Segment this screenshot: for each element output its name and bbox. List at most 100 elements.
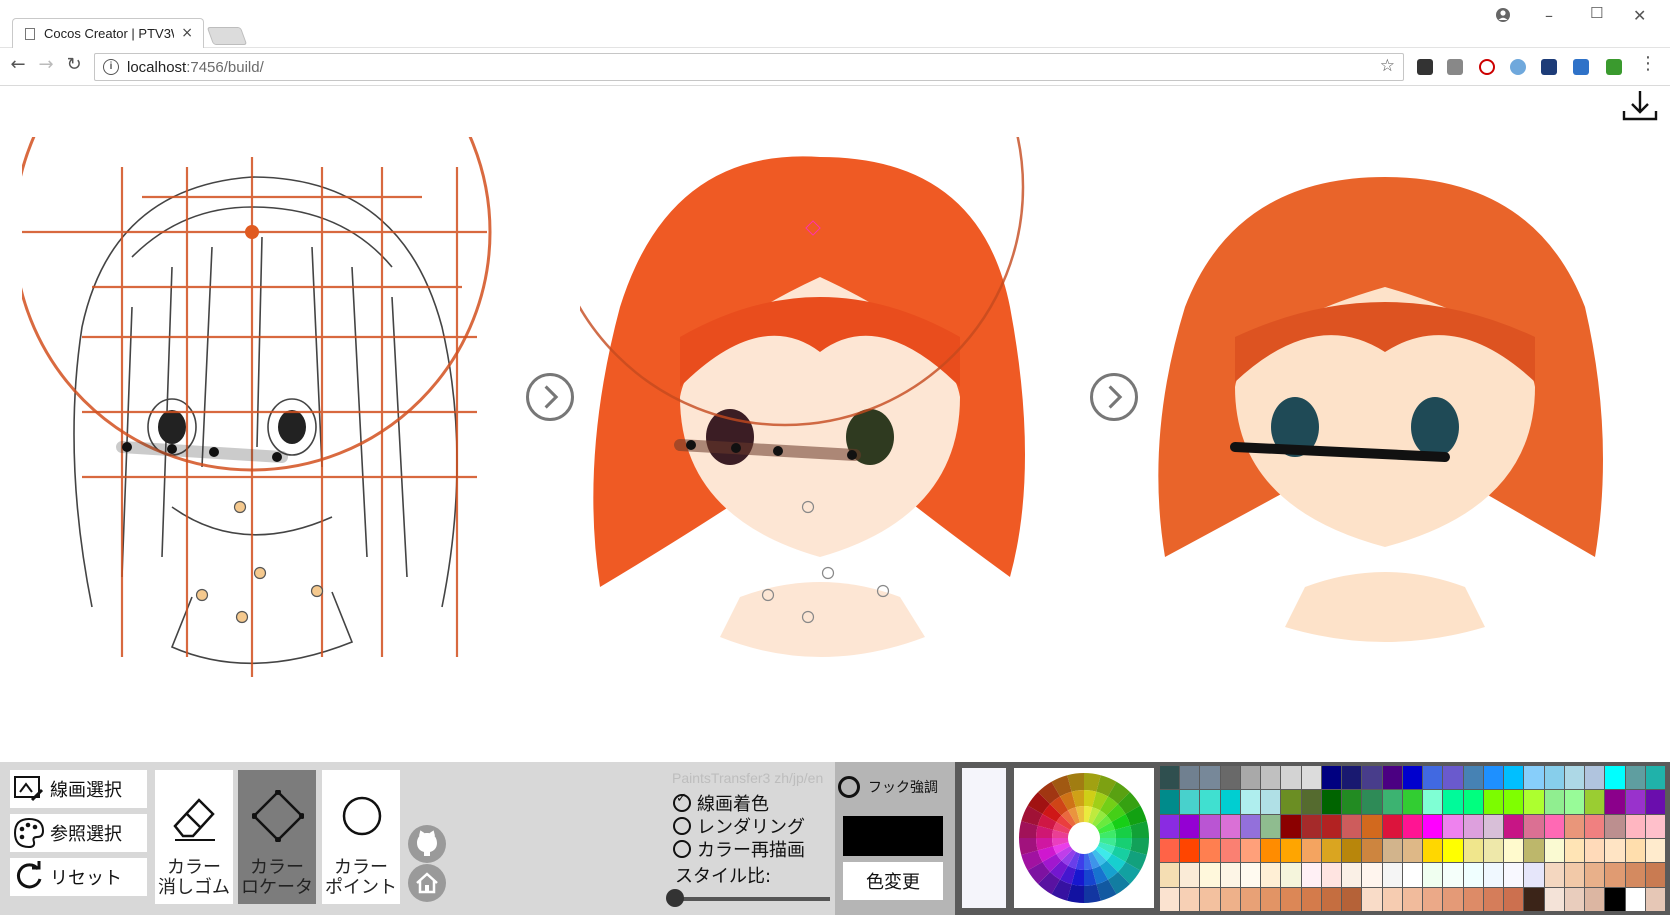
palette-swatch[interactable] [1321, 814, 1342, 838]
palette-swatch[interactable] [1342, 839, 1362, 863]
palette-swatch[interactable] [1281, 766, 1301, 790]
result-panel[interactable] [1145, 137, 1645, 707]
extension-icon[interactable] [1573, 59, 1589, 75]
palette-swatch[interactable] [1524, 814, 1544, 838]
palette-swatch[interactable] [1585, 790, 1605, 814]
palette-swatch[interactable] [1625, 839, 1645, 863]
palette-swatch[interactable] [1625, 887, 1645, 911]
palette-swatch[interactable] [1645, 766, 1665, 790]
palette-swatch[interactable] [1342, 863, 1362, 887]
palette-swatch[interactable] [1240, 863, 1261, 887]
minimize-icon[interactable]: – [1545, 6, 1553, 25]
palette-swatch[interactable] [1463, 814, 1483, 838]
palette-swatch[interactable] [1483, 839, 1504, 863]
palette-swatch[interactable] [1564, 887, 1585, 911]
palette-swatch[interactable] [1483, 863, 1504, 887]
palette-swatch[interactable] [1483, 814, 1504, 838]
palette-swatch[interactable] [1423, 839, 1443, 863]
palette-swatch[interactable] [1524, 766, 1544, 790]
palette-swatch[interactable] [1240, 887, 1261, 911]
palette-swatch[interactable] [1261, 790, 1281, 814]
palette-swatch[interactable] [1180, 863, 1200, 887]
wheel-center[interactable] [1074, 828, 1094, 848]
palette-swatch[interactable] [1160, 839, 1180, 863]
palette-swatch[interactable] [1180, 839, 1200, 863]
palette-swatch[interactable] [1180, 766, 1200, 790]
palette-swatch[interactable] [1544, 814, 1564, 838]
palette-swatch[interactable] [1240, 790, 1261, 814]
palette-swatch[interactable] [1585, 863, 1605, 887]
slider-knob[interactable] [666, 889, 684, 907]
palette-swatch[interactable] [1544, 887, 1564, 911]
palette-swatch[interactable] [1504, 839, 1524, 863]
palette-swatch[interactable] [1625, 863, 1645, 887]
palette-swatch[interactable] [1402, 766, 1423, 790]
palette-swatch[interactable] [1544, 766, 1564, 790]
palette-swatch[interactable] [1220, 790, 1240, 814]
palette-swatch[interactable] [1362, 790, 1382, 814]
palette-swatch[interactable] [1504, 887, 1524, 911]
color-locator-tool[interactable]: カラー ロケータ [238, 770, 316, 904]
palette-swatch[interactable] [1321, 790, 1342, 814]
palette-swatch[interactable] [1301, 814, 1321, 838]
palette-swatch[interactable] [1483, 790, 1504, 814]
palette-swatch[interactable] [1362, 766, 1382, 790]
palette-swatch[interactable] [1585, 766, 1605, 790]
maximize-icon[interactable]: ☐ [1590, 4, 1603, 22]
palette-swatch[interactable] [1402, 887, 1423, 911]
palette-swatch[interactable] [1321, 863, 1342, 887]
palette-swatch[interactable] [1301, 887, 1321, 911]
palette-swatch[interactable] [1645, 814, 1665, 838]
palette-swatch[interactable] [1423, 766, 1443, 790]
extension-icon[interactable] [1479, 59, 1495, 75]
tab-close-icon[interactable]: × [181, 25, 193, 41]
radio-checked-icon[interactable] [673, 791, 691, 812]
palette-swatch[interactable] [1504, 863, 1524, 887]
color-eraser-tool[interactable]: カラー 消しゴム [155, 770, 233, 904]
palette-swatch[interactable] [1382, 766, 1402, 790]
palette-swatch[interactable] [1240, 839, 1261, 863]
style-ratio-slider[interactable] [666, 889, 830, 907]
palette-swatch[interactable] [1605, 887, 1625, 911]
palette-swatch[interactable] [1281, 887, 1301, 911]
github-icon[interactable] [408, 825, 446, 863]
palette-swatch[interactable] [1261, 863, 1281, 887]
palette-swatch[interactable] [1504, 766, 1524, 790]
palette-swatch[interactable] [1160, 863, 1180, 887]
hook-emphasis-option[interactable]: フック強調 [838, 776, 938, 798]
palette-swatch[interactable] [1524, 839, 1544, 863]
palette-swatch[interactable] [1200, 814, 1220, 838]
extension-icon[interactable] [1606, 59, 1622, 75]
info-icon[interactable]: i [103, 59, 119, 75]
palette-swatch[interactable] [1180, 790, 1200, 814]
browser-tab[interactable]: Cocos Creator | PTV3W × [12, 18, 204, 48]
palette-swatch[interactable] [1564, 766, 1585, 790]
home-icon[interactable] [408, 864, 446, 902]
palette-swatch[interactable] [1645, 863, 1665, 887]
palette-swatch[interactable] [1200, 887, 1220, 911]
palette-swatch[interactable] [1645, 839, 1665, 863]
palette-swatch[interactable] [1160, 814, 1180, 838]
palette-swatch[interactable] [1402, 814, 1423, 838]
palette-swatch[interactable] [1504, 790, 1524, 814]
palette-swatch[interactable] [1625, 814, 1645, 838]
palette-swatch[interactable] [1261, 766, 1281, 790]
radio-icon[interactable] [673, 817, 691, 835]
palette-swatch[interactable] [1625, 790, 1645, 814]
palette-swatch[interactable] [1382, 863, 1402, 887]
palette-swatch[interactable] [1402, 790, 1423, 814]
palette-swatch[interactable] [1625, 766, 1645, 790]
palette-swatch[interactable] [1160, 766, 1180, 790]
palette-swatch[interactable] [1544, 790, 1564, 814]
mode-option-recolor[interactable]: カラー再描画 [673, 836, 805, 862]
forward-icon[interactable]: → [34, 54, 58, 75]
palette-swatch[interactable] [1402, 839, 1423, 863]
extension-icon[interactable] [1447, 59, 1463, 75]
palette-swatch[interactable] [1321, 839, 1342, 863]
palette-swatch[interactable] [1220, 887, 1240, 911]
palette-swatch[interactable] [1645, 790, 1665, 814]
download-icon[interactable] [1620, 87, 1660, 127]
palette-swatch[interactable] [1160, 887, 1180, 911]
palette-swatch[interactable] [1200, 839, 1220, 863]
palette-swatch[interactable] [1402, 863, 1423, 887]
